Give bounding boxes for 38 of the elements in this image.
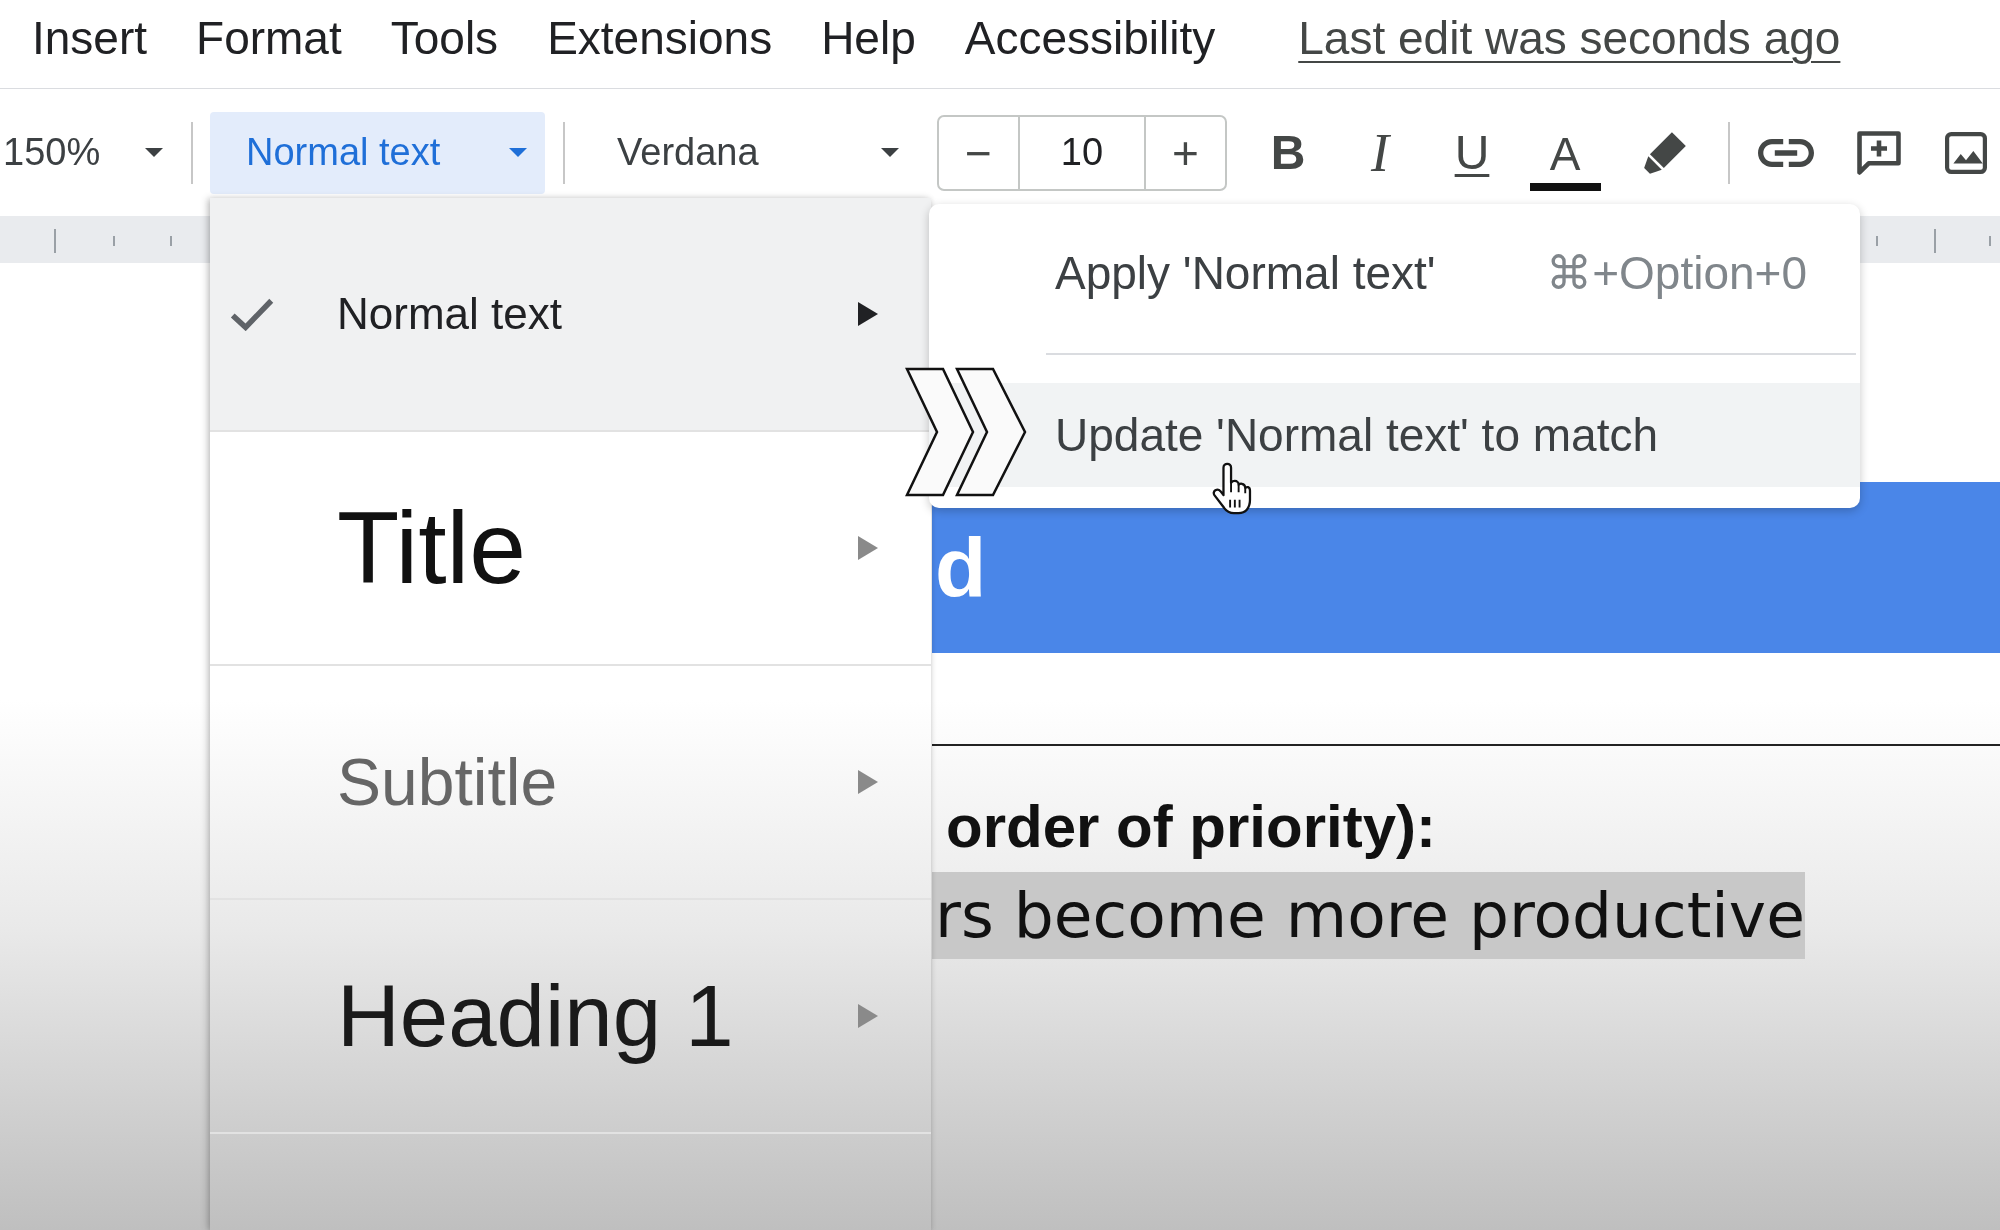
- caret-icon: [509, 148, 527, 157]
- menu-item[interactable]: Insert: [32, 12, 148, 64]
- submenu-arrow-icon: [858, 770, 878, 794]
- italic-button[interactable]: I: [1344, 116, 1416, 189]
- banner-text: d: [935, 525, 987, 610]
- menu-item[interactable]: Tools: [390, 12, 499, 64]
- style-menu-item[interactable]: Subtitle: [210, 666, 931, 900]
- color-bar-icon: [1529, 182, 1601, 191]
- decrease-size-button[interactable]: −: [939, 116, 1018, 189]
- add-comment-icon: [1857, 130, 1901, 175]
- font-dropdown[interactable]: Verdana: [566, 111, 915, 194]
- menu-item[interactable]: Accessibility: [964, 12, 1216, 64]
- text-color-button[interactable]: A: [1528, 114, 1602, 191]
- menu-item[interactable]: Help: [821, 12, 916, 64]
- image-icon: [1945, 131, 1987, 174]
- caret-icon: [145, 148, 164, 157]
- marker-icon: [1643, 130, 1687, 175]
- submenu-item[interactable]: Apply 'Normal text' ⌘+Option+0: [929, 221, 1860, 325]
- menu-item[interactable]: Extensions: [547, 12, 773, 64]
- keyboard-shortcut: ⌘+Option+0: [1546, 246, 1807, 300]
- menu-item[interactable]: Format: [196, 12, 342, 64]
- submenu-item[interactable]: Update 'Normal text' to match: [929, 383, 1860, 487]
- last-edit-link[interactable]: Last edit was seconds ago: [1298, 12, 1841, 64]
- paragraph-text: rs become more productive: [932, 872, 1805, 959]
- caret-icon: [881, 148, 899, 157]
- style-menu-item[interactable]: Heading 1: [210, 900, 931, 1134]
- underline-button[interactable]: U: [1436, 116, 1508, 189]
- paragraph-style-dropdown[interactable]: Normal text: [210, 111, 545, 194]
- zoom-dropdown[interactable]: 150%: [0, 111, 172, 194]
- submenu-arrow-icon: [858, 536, 878, 560]
- style-menu-item[interactable]: Normal text: [210, 198, 931, 432]
- submenu-arrow-icon: [858, 302, 878, 326]
- submenu-arrow-icon: [858, 1004, 878, 1028]
- paragraph-text: order of priority):: [946, 792, 1436, 862]
- font-size-field[interactable]: 10: [1018, 116, 1146, 189]
- link-icon: [1758, 138, 1814, 167]
- bold-button[interactable]: B: [1252, 116, 1324, 189]
- increase-size-button[interactable]: +: [1146, 116, 1225, 189]
